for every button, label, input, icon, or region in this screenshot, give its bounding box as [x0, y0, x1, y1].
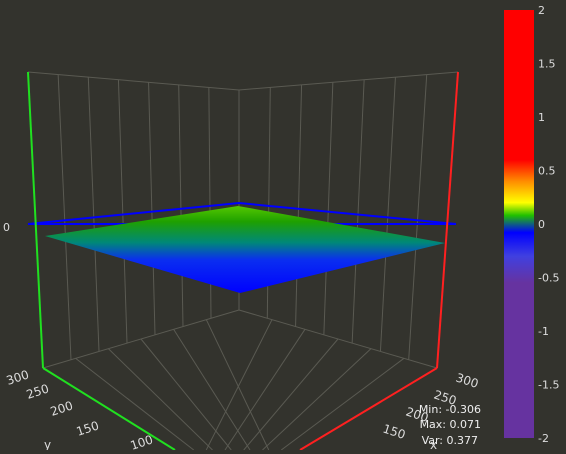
grid-line: [107, 348, 213, 451]
stats-var: Var: 0.377: [422, 434, 478, 447]
y-axis-line: [27, 71, 44, 369]
y-tick-label: 100: [129, 432, 155, 450]
colorbar-tick-label: -1: [538, 325, 549, 338]
x-tick-label: 150: [381, 422, 407, 442]
grid-line: [87, 77, 100, 352]
grid-line: [27, 71, 240, 91]
grid-line: [57, 74, 72, 360]
y-axis-ticks: 100 150 200 250 300: [5, 367, 155, 452]
colorbar-tick-label: 0: [538, 218, 545, 231]
grid-line: [243, 338, 339, 451]
y-tick-label: 200: [49, 398, 75, 418]
y-tick-label: 300: [5, 367, 31, 387]
stats-readout: Min: -0.306 Max: 0.071 Var: 0.377: [419, 403, 481, 447]
colorbar-tick-label: -2: [538, 432, 549, 445]
grid-line: [238, 309, 438, 369]
colorbar-tick-label: -0.5: [538, 272, 559, 285]
colorbar: [504, 10, 534, 438]
x-tick-label: 300: [454, 371, 480, 391]
grid-line: [117, 79, 128, 344]
grid-line: [238, 71, 459, 91]
grid-line: [148, 82, 156, 335]
z-tick-label: 0: [3, 221, 10, 234]
grid-line: [173, 329, 251, 451]
x-axis-line: [436, 71, 459, 369]
colorbar-tick-label: -1.5: [538, 379, 559, 392]
surface-plot-viewport[interactable]: 0 100 150 200 250 300 y 300 250 200 150 …: [0, 0, 566, 453]
colorbar-tick-label: 1.5: [538, 58, 556, 71]
stats-max: Max: 0.071: [420, 418, 481, 431]
surface-plot-svg[interactable]: 0 100 150 200 250 300 y 300 250 200 150 …: [0, 0, 566, 453]
grid-line: [75, 357, 195, 451]
colorbar-tick-label: 2: [538, 4, 545, 17]
surface-mesh: [45, 206, 445, 293]
y-tick-label: 250: [25, 381, 51, 401]
y-axis-label: y: [44, 438, 51, 450]
y-tick-label: 150: [75, 418, 101, 438]
grid-line: [295, 84, 303, 327]
grid-line: [351, 79, 365, 344]
grid-line: [178, 84, 184, 327]
grid-line: [42, 309, 240, 369]
stats-min: Min: -0.306: [419, 403, 481, 416]
colorbar-ticks: 2 1.5 1 0.5 0 -0.5 -1 -1.5 -2: [538, 4, 559, 445]
colorbar-tick-label: 0.5: [538, 165, 556, 178]
colorbar-tick-label: 1: [538, 111, 545, 124]
grid-line: [408, 74, 428, 360]
grid-line: [140, 338, 232, 451]
grid-line: [323, 82, 334, 335]
grid-line: [379, 77, 396, 352]
